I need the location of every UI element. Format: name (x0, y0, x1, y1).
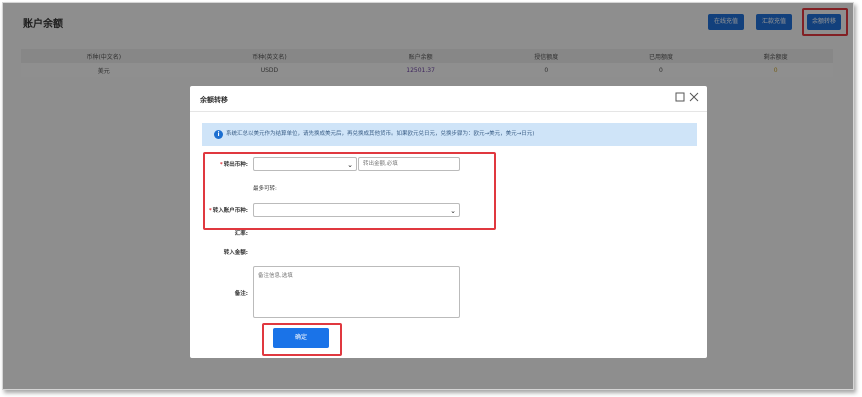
highlight-box-currency-fields (203, 152, 496, 230)
in-amount-label: 转入金额: (223, 250, 248, 256)
highlight-box-confirm-button (262, 323, 342, 356)
notice-banner: i 系统汇总以美元作为结算单位，请先换成美元后，再兑换成其他货币。如果欧元兑日元… (202, 123, 697, 146)
balance-transfer-dialog: 余额转移 i 系统汇总以美元作为结算单位，请先换成美元后，再兑换成其他货币。如果… (190, 86, 707, 358)
info-icon: i (214, 130, 223, 139)
maximize-icon[interactable] (674, 92, 686, 104)
dialog-title: 余额转移 (200, 96, 228, 104)
app-window: 账户余额 在线充值 汇款充值 余额转移 币种(中文名) 币种(英文名) 账户余额… (2, 2, 854, 390)
notice-text: 系统汇总以美元作为结算单位，请先换成美元后，再兑换成其他货币。如果欧元兑日元，兑… (226, 131, 535, 137)
remark-textarea[interactable] (253, 266, 460, 318)
exchange-rate-label: 汇率: (234, 231, 248, 237)
close-icon[interactable] (688, 92, 700, 104)
dialog-header: 余额转移 (190, 86, 707, 112)
remark-label: 备注: (234, 291, 248, 297)
